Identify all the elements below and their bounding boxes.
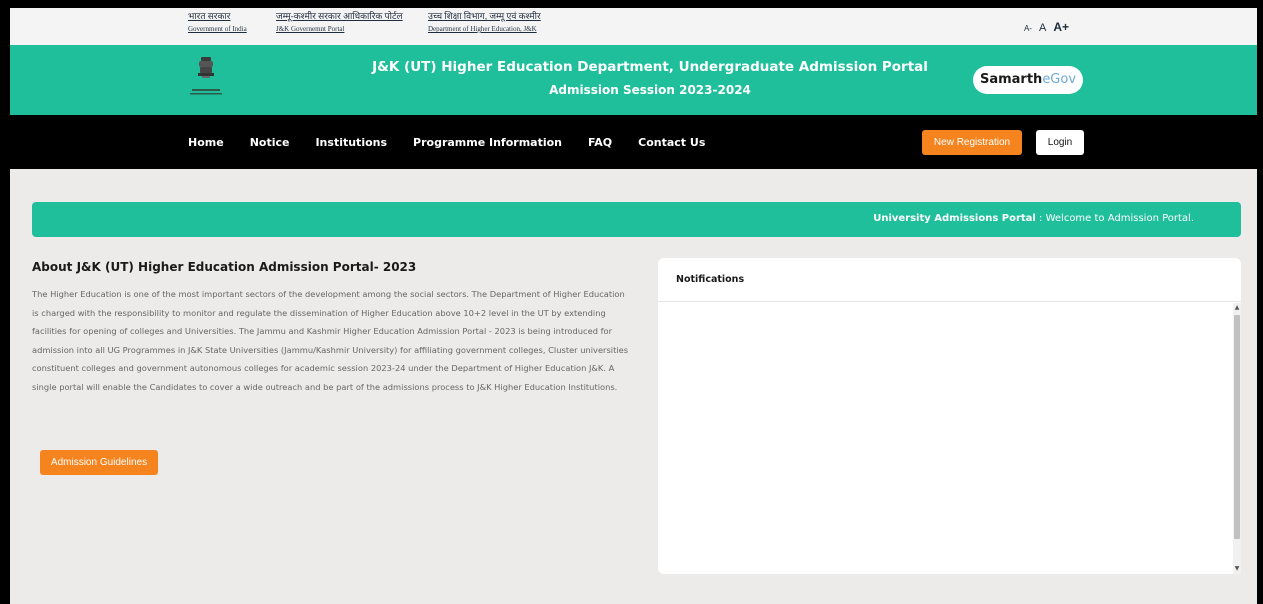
welcome-marquee: University Admissions Portal : Welcome t…	[32, 202, 1241, 237]
nav-contact-us[interactable]: Contact Us	[638, 136, 705, 149]
nav-institutions[interactable]: Institutions	[315, 136, 387, 149]
font-decrease-button[interactable]: A-	[1024, 24, 1032, 33]
gov-link-jk-portal-hindi: जम्मू-कश्मीर सरकार आधिकारिक पोर्टल	[276, 11, 403, 21]
notifications-scrollbar[interactable]: ▲ ▼	[1233, 303, 1241, 574]
gov-topbar: भारत सरकार Government of India जम्मू-कश्…	[10, 8, 1257, 45]
about-body: The Higher Education is one of the most …	[32, 289, 629, 392]
nav-programme-information[interactable]: Programme Information	[413, 136, 562, 149]
notifications-panel: Notifications ▲ ▼	[658, 258, 1241, 574]
gov-link-higher-education-hindi: उच्च शिक्षा विभाग, जम्मू एवं कश्मीर	[428, 11, 541, 21]
scroll-up-arrow-icon[interactable]: ▲	[1233, 303, 1241, 313]
site-header: J&K (UT) Higher Education Department, Un…	[10, 45, 1257, 115]
welcome-text: University Admissions Portal : Welcome t…	[873, 213, 1194, 224]
notifications-title: Notifications	[658, 258, 1241, 302]
new-registration-button[interactable]: New Registration	[922, 130, 1022, 155]
nav-menu: Home Notice Institutions Programme Infor…	[188, 136, 731, 149]
gov-link-jk-portal[interactable]: जम्मू-कश्मीर सरकार आधिकारिक पोर्टल J&K G…	[276, 11, 403, 35]
samarth-logo-part1: Samarth	[979, 72, 1043, 87]
samarth-logo-part2: eGov	[1042, 72, 1077, 87]
portal-title-main: J&K (UT) Higher Education Department, Un…	[372, 59, 928, 75]
gov-link-india-hindi: भारत सरकार	[188, 11, 231, 21]
gov-link-higher-education-english: Department of Higher Education, J&K	[428, 25, 537, 33]
welcome-bold: University Admissions Portal	[873, 213, 1036, 224]
scroll-thumb[interactable]	[1234, 315, 1240, 539]
scroll-down-arrow-icon[interactable]: ▼	[1233, 564, 1241, 574]
gov-link-india-english: Government of India	[188, 25, 247, 33]
gov-link-higher-education[interactable]: उच्च शिक्षा विभाग, जम्मू एवं कश्मीर Depa…	[428, 11, 541, 35]
portal-title-session: Admission Session 2023-2024	[549, 83, 751, 97]
nav-faq[interactable]: FAQ	[588, 136, 612, 149]
about-title: About J&K (UT) Higher Education Admissio…	[32, 260, 417, 274]
samarth-egov-logo: SamartheGov	[973, 66, 1083, 94]
font-reset-button[interactable]: A	[1039, 22, 1046, 34]
nav-home[interactable]: Home	[188, 136, 224, 149]
nav-notice[interactable]: Notice	[250, 136, 290, 149]
gov-link-jk-portal-english: J&K Governemnt Portal	[276, 25, 345, 33]
admission-guidelines-button[interactable]: Admission Guidelines	[40, 450, 158, 475]
notifications-list[interactable]: ▲ ▼	[658, 303, 1241, 574]
gov-link-india[interactable]: भारत सरकार Government of India	[188, 11, 247, 35]
main-navbar: Home Notice Institutions Programme Infor…	[10, 115, 1257, 169]
login-button[interactable]: Login	[1036, 130, 1084, 155]
page-frame: भारत सरकार Government of India जम्मू-कश्…	[10, 8, 1257, 604]
font-increase-button[interactable]: A+	[1053, 20, 1069, 34]
about-section: About J&K (UT) Higher Education Admissio…	[32, 260, 632, 397]
portal-title: J&K (UT) Higher Education Department, Un…	[210, 59, 1090, 97]
welcome-message: : Welcome to Admission Portal.	[1035, 213, 1194, 224]
font-size-controls: A- A A+	[1024, 20, 1069, 34]
